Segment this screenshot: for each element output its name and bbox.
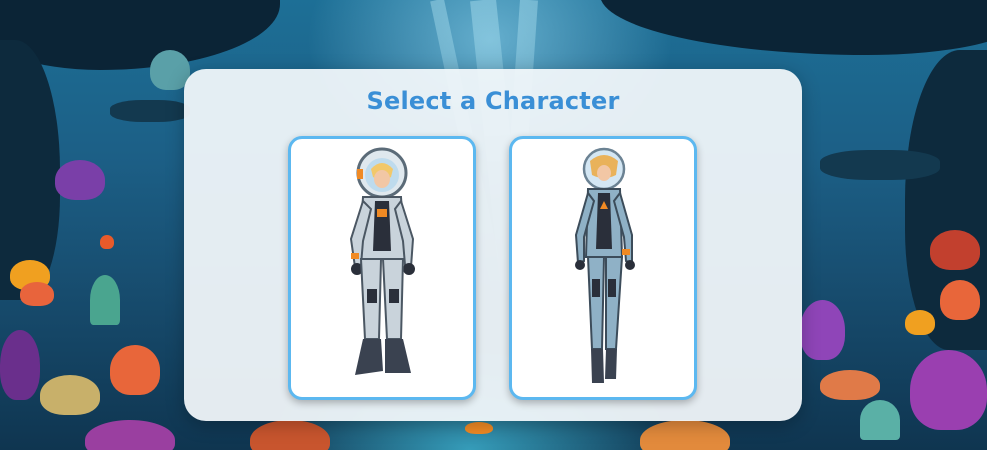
character-card-1[interactable] (288, 136, 476, 400)
page-title: Select a Character (366, 87, 620, 115)
diver-boy-illustration (349, 147, 415, 375)
character-card-2[interactable] (509, 136, 697, 400)
diver-girl-illustration (574, 147, 635, 383)
character-select-panel: Select a Character (184, 69, 802, 421)
